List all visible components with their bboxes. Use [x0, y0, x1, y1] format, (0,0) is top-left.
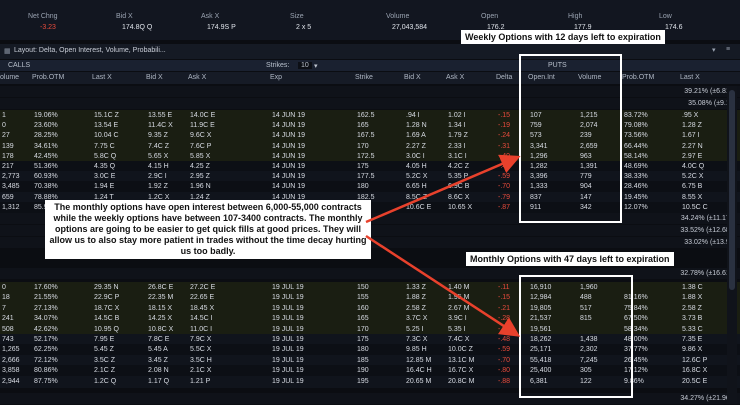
arrow-to-weekly — [365, 154, 521, 224]
arrow-to-monthly — [365, 234, 521, 337]
annotation-arrows — [365, 154, 521, 337]
